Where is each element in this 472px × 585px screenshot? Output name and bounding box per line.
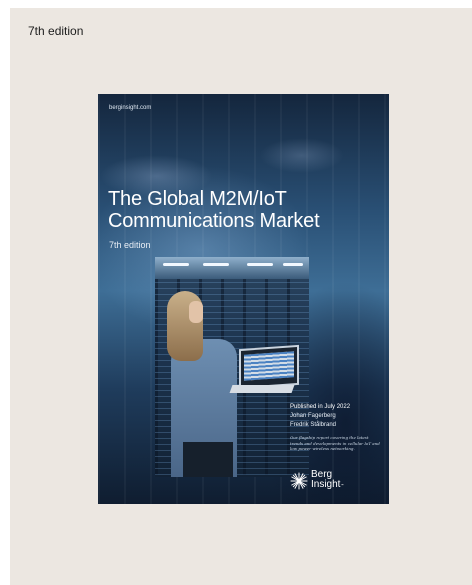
edition-label: 7th edition [28,24,84,38]
laptop-screen [239,344,299,390]
ceiling-light [163,263,189,266]
cover-subtitle: 7th edition [109,240,151,250]
author-name: Fredrik Stålbrand [290,422,337,428]
laptop-base [229,385,295,393]
author-name: Johan Fagerberg [290,413,336,419]
cover-title: The Global M2M/IoT Communications Market [108,188,320,232]
berg-insight-logo: Berg Insight™ [311,470,343,490]
ceiling-light [203,263,229,266]
cover-blurb: Our flagship report covering the latest … [290,435,380,451]
ceiling-light [247,263,273,266]
published-date: Published in July 2022 [290,404,351,410]
content-panel: 7th edition berginsight.com The Global M… [10,8,472,585]
report-cover-image[interactable]: berginsight.com The Global M2M/IoT Commu… [98,94,389,504]
starburst-logo-icon [290,472,308,490]
ceiling-light [283,263,303,266]
cover-photo-woman-in-data-center [155,257,309,477]
woman-pants [183,442,233,477]
cover-website: berginsight.com [109,105,152,111]
trademark-symbol: ™ [340,483,344,487]
ceiling [155,257,309,279]
woman-face [189,301,203,323]
logo-line-2: Insight [311,479,341,490]
